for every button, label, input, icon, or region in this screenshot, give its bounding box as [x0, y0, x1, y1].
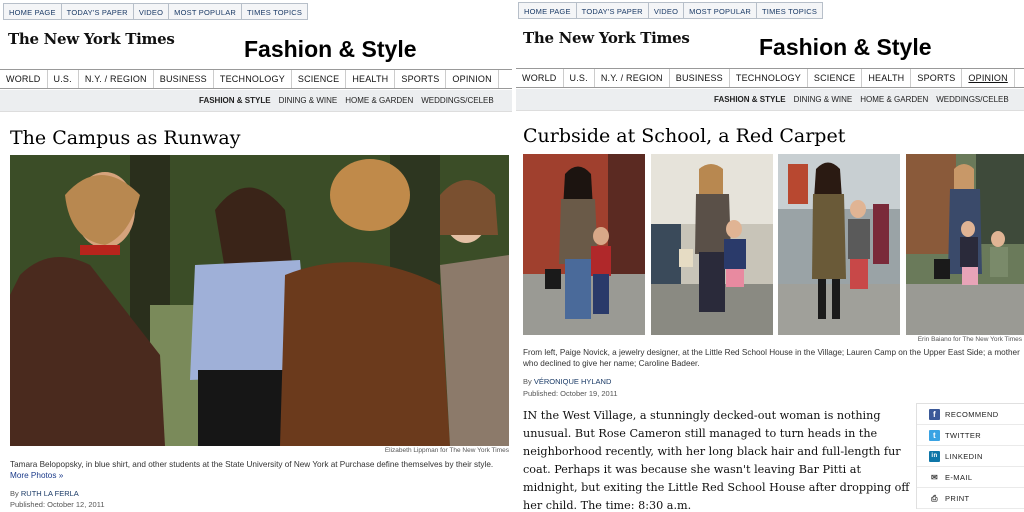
nav-technology[interactable]: TECHNOLOGY: [730, 69, 808, 87]
more-photos-link[interactable]: More Photos »: [10, 471, 63, 480]
mother-child-photo-3: [778, 154, 900, 335]
students-photo-illustration: [10, 155, 509, 446]
left-article-page: HOME PAGE TODAY'S PAPER VIDEO MOST POPUL…: [0, 0, 512, 512]
subnav-fashion-style[interactable]: FASHION & STYLE: [199, 90, 279, 112]
subnav-home-garden[interactable]: HOME & GARDEN: [345, 90, 421, 112]
nav-ny-region[interactable]: N.Y. / REGION: [79, 70, 154, 88]
caption-text: Tamara Belopopsky, in blue shirt, and ot…: [10, 460, 494, 469]
topnav-home-page[interactable]: HOME PAGE: [518, 2, 577, 19]
nyt-logo[interactable]: The New York Times: [8, 30, 175, 48]
sub-section-nav: FASHION & STYLE DINING & WINE HOME & GAR…: [0, 90, 512, 112]
share-print[interactable]: ⎙ PRINT: [917, 488, 1024, 509]
subnav-weddings-celeb[interactable]: WEDDINGS/CELEB: [421, 90, 501, 112]
share-twitter[interactable]: t TWITTER: [917, 425, 1024, 446]
byline-author-link[interactable]: VÉRONIQUE HYLAND: [534, 377, 612, 386]
share-email[interactable]: ✉ E-MAIL: [917, 467, 1024, 488]
mother-child-photo-4: [906, 154, 1024, 335]
top-utility-nav: HOME PAGE TODAY'S PAPER VIDEO MOST POPUL…: [3, 3, 309, 20]
topnav-times-topics[interactable]: TIMES TOPICS: [757, 2, 824, 19]
byline-prefix: By: [10, 489, 19, 498]
photo-caption: From left, Paige Novick, a jewelry desig…: [523, 348, 1020, 368]
sub-section-nav: FASHION & STYLE DINING & WINE HOME & GAR…: [516, 89, 1024, 111]
nav-opinion[interactable]: OPINION: [962, 69, 1015, 87]
topnav-most-popular[interactable]: MOST POPULAR: [169, 3, 243, 20]
twitter-icon: t: [929, 430, 940, 441]
nav-technology[interactable]: TECHNOLOGY: [214, 70, 292, 88]
topnav-most-popular[interactable]: MOST POPULAR: [684, 2, 758, 19]
article-body: IN the West Village, a stunningly decked…: [523, 409, 910, 512]
topnav-todays-paper[interactable]: TODAY'S PAPER: [61, 3, 134, 20]
share-label: PRINT: [945, 494, 970, 503]
share-linkedin[interactable]: in LINKEDIN: [917, 446, 1024, 467]
byline: By VÉRONIQUE HYLAND: [523, 377, 611, 386]
article-headline: Curbside at School, a Red Carpet: [523, 125, 846, 147]
nyt-logo[interactable]: The New York Times: [523, 29, 690, 47]
email-icon: ✉: [930, 473, 939, 482]
photo-caption: Tamara Belopopsky, in blue shirt, and ot…: [10, 459, 508, 481]
nav-science[interactable]: SCIENCE: [292, 70, 347, 88]
linkedin-icon: in: [929, 451, 940, 462]
mother-child-photo-1: [523, 154, 645, 335]
photo-strip-4[interactable]: [906, 154, 1024, 335]
subnav-fashion-style[interactable]: FASHION & STYLE: [714, 89, 794, 111]
main-section-nav: WORLD U.S. N.Y. / REGION BUSINESS TECHNO…: [0, 69, 512, 89]
nav-health[interactable]: HEALTH: [346, 70, 396, 88]
nav-business[interactable]: BUSINESS: [670, 69, 730, 87]
topnav-todays-paper[interactable]: TODAY'S PAPER: [576, 2, 649, 19]
article-headline: The Campus as Runway: [10, 127, 241, 149]
photo-credit: Elizabeth Lippman for The New York Times: [384, 447, 509, 454]
topnav-times-topics[interactable]: TIMES TOPICS: [242, 3, 309, 20]
photo-strip-3[interactable]: [778, 154, 900, 335]
topnav-video[interactable]: VIDEO: [133, 3, 170, 20]
nav-health[interactable]: HEALTH: [862, 69, 912, 87]
photo-strip-1[interactable]: [523, 154, 645, 335]
subnav-weddings-celeb[interactable]: WEDDINGS/CELEB: [936, 89, 1016, 111]
nav-us[interactable]: U.S.: [48, 70, 79, 88]
top-utility-nav: HOME PAGE TODAY'S PAPER VIDEO MOST POPUL…: [518, 2, 824, 19]
photo-credit: Erin Baiano for The New York Times: [917, 336, 1022, 343]
byline-prefix: By: [523, 377, 532, 386]
share-label: RECOMMEND: [945, 410, 999, 419]
print-icon: ⎙: [931, 494, 938, 503]
share-label: LINKEDIN: [945, 452, 983, 461]
subnav-dining-wine[interactable]: DINING & WINE: [794, 89, 861, 111]
nav-sports[interactable]: SPORTS: [395, 70, 447, 88]
byline: By RUTH LA FERLA: [10, 489, 79, 498]
right-article-page: HOME PAGE TODAY'S PAPER VIDEO MOST POPUL…: [516, 0, 1024, 512]
section-title[interactable]: Fashion & Style: [244, 36, 417, 63]
nav-ny-region[interactable]: N.Y. / REGION: [595, 69, 670, 87]
nav-us[interactable]: U.S.: [564, 69, 595, 87]
nav-world[interactable]: WORLD: [0, 70, 48, 88]
photo-strip-2[interactable]: [651, 154, 773, 335]
main-section-nav: WORLD U.S. N.Y. / REGION BUSINESS TECHNO…: [516, 68, 1024, 88]
share-label: E-MAIL: [945, 473, 973, 482]
byline-author-link[interactable]: RUTH LA FERLA: [21, 489, 79, 498]
share-tools: f RECOMMEND t TWITTER in LINKEDIN ✉ E-MA…: [916, 403, 1024, 509]
facebook-icon: f: [929, 409, 940, 420]
nav-world[interactable]: WORLD: [516, 69, 564, 87]
nav-science[interactable]: SCIENCE: [808, 69, 863, 87]
published-date: Published: October 12, 2011: [10, 500, 105, 509]
topnav-video[interactable]: VIDEO: [648, 2, 685, 19]
topnav-home-page[interactable]: HOME PAGE: [3, 3, 62, 20]
subnav-dining-wine[interactable]: DINING & WINE: [279, 90, 346, 112]
article-main-photo[interactable]: [10, 155, 509, 446]
section-title[interactable]: Fashion & Style: [759, 34, 932, 61]
nav-opinion[interactable]: OPINION: [446, 70, 499, 88]
published-date: Published: October 19, 2011: [523, 389, 618, 398]
share-label: TWITTER: [945, 431, 982, 440]
subnav-home-garden[interactable]: HOME & GARDEN: [860, 89, 936, 111]
nav-business[interactable]: BUSINESS: [154, 70, 214, 88]
share-recommend[interactable]: f RECOMMEND: [917, 404, 1024, 425]
mother-child-photo-2: [651, 154, 773, 335]
nav-sports[interactable]: SPORTS: [911, 69, 963, 87]
